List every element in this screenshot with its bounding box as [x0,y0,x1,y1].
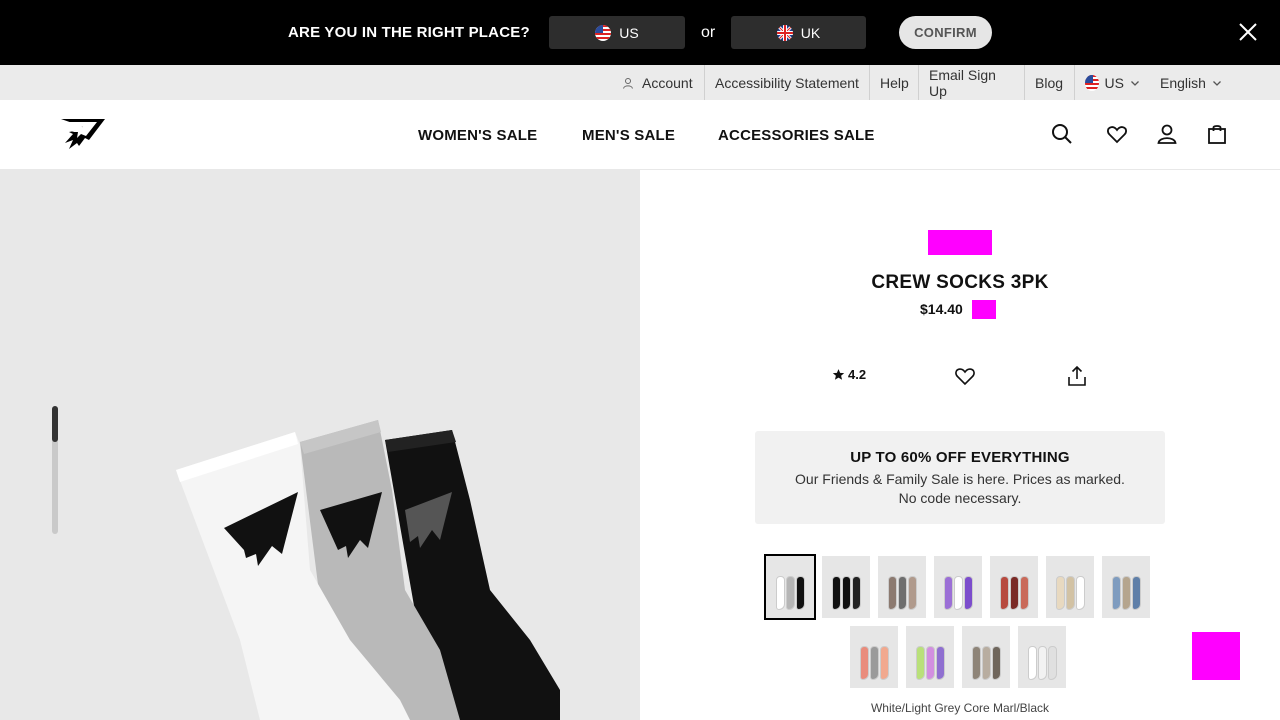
search-icon[interactable] [1050,122,1074,146]
swatch-sock-thumbnail [1111,576,1121,610]
brand-logo[interactable] [59,116,107,152]
swatch-sock-thumbnail [1047,646,1057,680]
region-uk-label: UK [800,24,821,41]
blog-link[interactable]: Blog [1025,65,1075,100]
swatch-sock-thumbnail [1075,576,1085,610]
language-selector[interactable]: English [1150,65,1230,100]
swatch-sock-thumbnail [971,646,981,680]
swatch-sock-thumbnail [1121,576,1131,610]
colour-swatch[interactable] [878,556,926,618]
account-icon [622,77,634,89]
region-us-label: US [619,24,639,41]
nav-mens-sale[interactable]: MEN'S SALE [582,127,675,144]
rating-value: 4.2 [848,367,867,382]
product-badge-placeholder [928,230,992,255]
promo-line-1: Our Friends & Family Sale is here. Price… [795,471,1125,487]
accessibility-link[interactable]: Accessibility Statement [705,65,870,100]
region-or-text: or [701,24,716,41]
swatch-sock-thumbnail [915,646,925,680]
product-rating[interactable]: 4.2 [832,367,866,382]
colour-swatch[interactable] [962,626,1010,688]
region-question: ARE YOU IN THE RIGHT PLACE? [288,24,530,41]
chevron-down-icon [1212,78,1222,88]
utility-bar: Account Accessibility Statement Help Ema… [0,65,1280,100]
swatch-sock-thumbnail [935,646,945,680]
confirm-region-button[interactable]: CONFIRM [899,16,992,49]
swatch-sock-thumbnail [963,576,973,610]
region-banner: ARE YOU IN THE RIGHT PLACE? US or UK CON… [0,0,1280,65]
promo-title: UP TO 60% OFF EVERYTHING [850,449,1070,466]
swatch-sock-thumbnail [999,576,1009,610]
email-signup-link[interactable]: Email Sign Up [919,65,1025,100]
us-flag-icon [595,24,612,41]
price-badge-placeholder [972,300,996,319]
close-icon[interactable] [1236,20,1260,44]
product-image [176,420,560,720]
swatch-sock-thumbnail [841,576,851,610]
swatch-sock-thumbnail [1065,576,1075,610]
user-icon[interactable] [1155,122,1179,146]
swatch-sock-thumbnail [1055,576,1065,610]
promo-line-2: No code necessary. [898,490,1022,506]
swatch-sock-thumbnail [1131,576,1141,610]
colour-swatch[interactable] [906,626,954,688]
colour-swatch[interactable] [990,556,1038,618]
account-link[interactable]: Account [612,65,705,100]
product-gallery[interactable] [0,170,640,720]
help-link[interactable]: Help [870,65,919,100]
language-label: English [1160,74,1206,91]
country-label: US [1104,74,1124,91]
site-header: WOMEN'S SALE MEN'S SALE ACCESSORIES SALE [0,100,1280,170]
swatch-sock-thumbnail [897,576,907,610]
swatch-sock-thumbnail [1037,646,1047,680]
nav-womens-sale[interactable]: WOMEN'S SALE [418,127,537,144]
product-price: $14.40 [920,301,963,317]
product-title: CREW SOCKS 3PK [871,272,1049,293]
colour-swatch[interactable] [1018,626,1066,688]
country-selector[interactable]: US [1075,65,1150,100]
swatch-sock-thumbnail [1019,576,1029,610]
swatch-sock-thumbnail [785,576,795,610]
uk-flag-icon [776,24,793,41]
swatch-sock-thumbnail [925,646,935,680]
colour-swatch[interactable] [1046,556,1094,618]
account-label: Account [642,74,693,91]
colour-swatch[interactable] [850,626,898,688]
heart-icon[interactable] [1105,122,1129,146]
us-flag-icon [1085,74,1099,91]
swatch-sock-thumbnail [953,576,963,610]
colour-swatch[interactable] [934,556,982,618]
colour-swatch[interactable] [1102,556,1150,618]
region-uk-button[interactable]: UK [731,16,866,49]
promo-box: UP TO 60% OFF EVERYTHING Our Friends & F… [755,431,1165,524]
wishlist-heart-icon[interactable] [953,364,977,388]
swatch-sock-thumbnail [795,576,805,610]
swatch-sock-thumbnail [775,576,785,610]
share-icon[interactable] [1065,364,1089,388]
bag-icon[interactable] [1205,122,1229,146]
swatch-sock-thumbnail [907,576,917,610]
swatch-sock-thumbnail [851,576,861,610]
swatch-sock-thumbnail [1009,576,1019,610]
swatch-sock-thumbnail [859,646,869,680]
colour-swatch[interactable] [764,554,816,620]
swatch-sock-thumbnail [831,576,841,610]
swatch-sock-thumbnail [943,576,953,610]
colour-swatch[interactable] [822,556,870,618]
chevron-down-icon [1130,78,1140,88]
swatch-sock-thumbnail [879,646,889,680]
nav-accessories-sale[interactable]: ACCESSORIES SALE [718,127,875,144]
swatch-sock-thumbnail [991,646,1001,680]
swatch-sock-thumbnail [1027,646,1037,680]
swatch-sock-thumbnail [981,646,991,680]
chat-widget-placeholder[interactable] [1192,632,1240,680]
star-icon [832,368,845,381]
swatch-sock-thumbnail [869,646,879,680]
swatch-sock-thumbnail [887,576,897,610]
selected-colour-name: White/Light Grey Core Marl/Black [870,701,1050,715]
region-us-button[interactable]: US [549,16,685,49]
